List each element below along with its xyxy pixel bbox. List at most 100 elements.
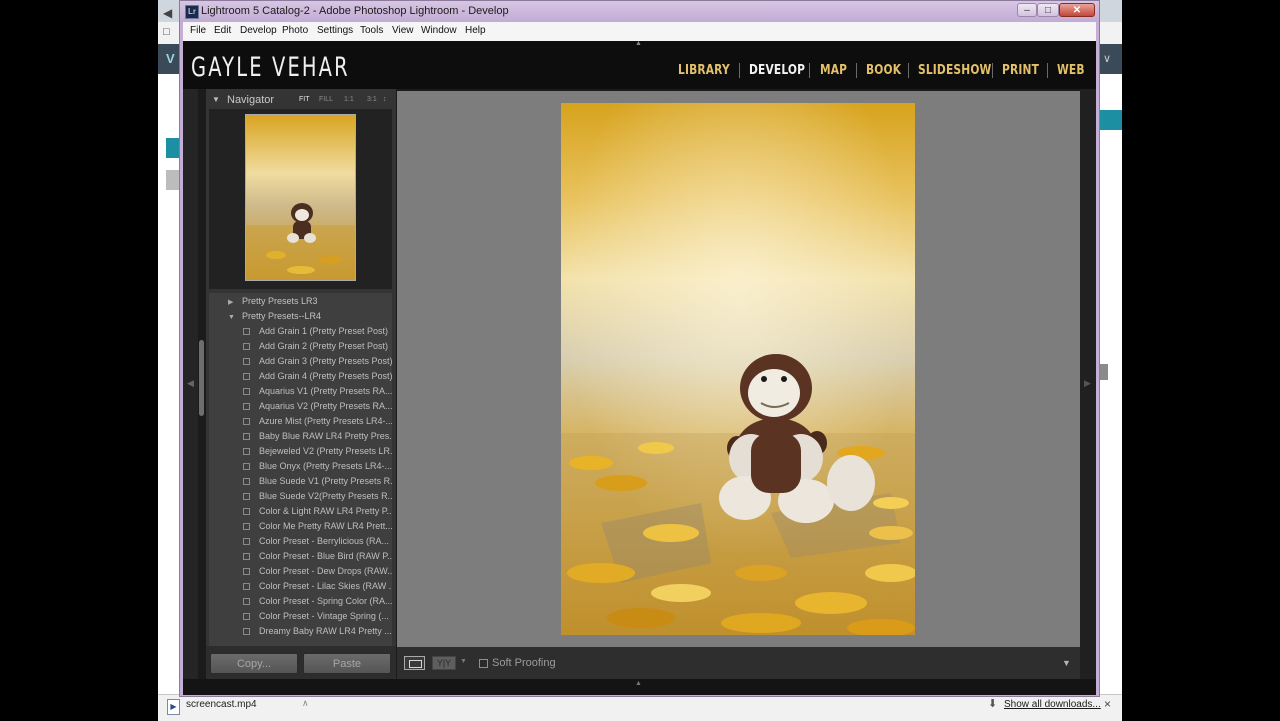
navigator-thumbnail[interactable] <box>245 114 356 281</box>
preset-item[interactable]: Azure Mist (Pretty Presets LR4-... <box>243 416 392 426</box>
preset-item[interactable]: Add Grain 4 (Pretty Presets Post) <box>243 371 392 381</box>
preset-item[interactable]: Bejeweled V2 (Pretty Presets LR... <box>243 446 392 456</box>
module-map[interactable]: MAP <box>820 63 847 78</box>
preset-label: Add Grain 2 (Pretty Preset Post) <box>259 341 389 351</box>
right-panel-edge[interactable] <box>1080 89 1096 695</box>
preset-item[interactable]: Color Preset - Blue Bird (RAW P... <box>243 551 392 561</box>
top-panel-toggle-icon[interactable]: ▲ <box>635 40 642 47</box>
zoom-3-1[interactable]: 3:1 <box>367 96 377 103</box>
background-right-page <box>1100 74 1122 694</box>
module-develop[interactable]: DEVELOP <box>749 63 805 78</box>
loupe-view-icon[interactable] <box>404 656 425 670</box>
preset-item[interactable]: Add Grain 1 (Pretty Preset Post) <box>243 326 392 336</box>
menu-edit[interactable]: Edit <box>214 25 231 36</box>
show-all-downloads-link[interactable]: Show all downloads... <box>1004 699 1101 710</box>
browser-back-icon: ◀ <box>163 6 173 20</box>
identity-plate: GAYLE VEHAR <box>191 52 350 83</box>
preset-item[interactable]: Dreamy Baby RAW LR4 Pretty ... <box>243 626 392 636</box>
module-separator <box>1047 63 1048 78</box>
menu-view[interactable]: View <box>392 25 414 36</box>
close-downloads-bar-button[interactable]: × <box>1104 697 1111 711</box>
collapse-triangle-icon[interactable]: ▼ <box>212 95 220 104</box>
preset-item[interactable]: Color Preset - Vintage Spring (... <box>243 611 392 621</box>
preset-label: Bejeweled V2 (Pretty Presets LR... <box>259 446 392 456</box>
copy-button[interactable]: Copy... <box>210 653 298 674</box>
preset-icon <box>243 343 250 350</box>
preset-item[interactable]: Add Grain 2 (Pretty Preset Post) <box>243 341 392 351</box>
paste-button[interactable]: Paste <box>303 653 391 674</box>
menu-settings[interactable]: Settings <box>317 25 353 36</box>
preset-item[interactable]: Color Me Pretty RAW LR4 Prett... <box>243 521 392 531</box>
preset-label: Color Preset - Dew Drops (RAW... <box>259 566 392 576</box>
module-slideshow[interactable]: SLIDESHOW <box>918 63 991 78</box>
download-item[interactable]: screencast.mp4 <box>186 699 257 710</box>
preset-icon <box>243 598 250 605</box>
before-after-button[interactable]: Y|Y <box>432 656 456 670</box>
preset-label: Add Grain 3 (Pretty Presets Post) <box>259 356 392 366</box>
zoom-fit[interactable]: FIT <box>299 96 310 103</box>
minimize-button[interactable]: – <box>1017 3 1037 17</box>
menu-tools[interactable]: Tools <box>360 25 383 36</box>
module-library[interactable]: LIBRARY <box>678 63 730 78</box>
maximize-button[interactable]: □ <box>1037 3 1059 17</box>
preset-item[interactable]: Color Preset - Spring Color (RA... <box>243 596 392 606</box>
preset-icon <box>243 583 250 590</box>
preset-item[interactable]: Color & Light RAW LR4 Pretty P... <box>243 506 392 516</box>
video-file-icon: ▶ <box>167 699 180 715</box>
close-button[interactable]: ✕ <box>1059 3 1095 17</box>
filmstrip-toggle-icon[interactable]: ▲ <box>635 680 642 687</box>
preset-item[interactable]: Color Preset - Lilac Skies (RAW ... <box>243 581 392 591</box>
expand-triangle-icon[interactable]: ▶ <box>228 298 242 306</box>
soft-proofing-checkbox[interactable] <box>479 659 488 668</box>
module-book[interactable]: BOOK <box>866 63 901 78</box>
main-photo[interactable] <box>561 103 915 635</box>
module-separator <box>739 63 740 78</box>
preset-icon <box>243 568 250 575</box>
preset-folder[interactable]: ▶ Pretty Presets LR3 <box>228 296 318 306</box>
preset-icon <box>243 418 250 425</box>
preset-label: Add Grain 4 (Pretty Presets Post) <box>259 371 392 381</box>
zoom-fill[interactable]: FILL <box>319 96 333 103</box>
left-panel-edge[interactable] <box>183 89 198 695</box>
right-panel-toggle-icon[interactable]: ▶ <box>1084 378 1091 389</box>
preset-item[interactable]: Blue Suede V2(Pretty Presets R... <box>243 491 392 501</box>
preset-item[interactable]: Add Grain 3 (Pretty Presets Post) <box>243 356 392 366</box>
preset-item[interactable]: Aquarius V1 (Pretty Presets RA... <box>243 386 392 396</box>
preset-item[interactable]: Blue Onyx (Pretty Presets LR4-... <box>243 461 392 471</box>
download-menu-icon[interactable]: ∧ <box>302 698 309 709</box>
preset-label: Color Me Pretty RAW LR4 Prett... <box>259 521 392 531</box>
menu-photo[interactable]: Photo <box>282 25 308 36</box>
preset-label: Color Preset - Berrylicious (RA... <box>259 536 390 546</box>
preset-item[interactable]: Aquarius V2 (Pretty Presets RA... <box>243 401 392 411</box>
preset-item[interactable]: Color Preset - Dew Drops (RAW... <box>243 566 392 576</box>
toolbar-options-dropdown-icon[interactable]: ▼ <box>1062 658 1071 668</box>
menu-develop[interactable]: Develop <box>240 25 277 36</box>
menu-window[interactable]: Window <box>421 25 457 36</box>
module-separator <box>856 63 857 78</box>
preset-icon <box>243 613 250 620</box>
download-arrow-icon: ⬇ <box>988 698 998 710</box>
menu-help[interactable]: Help <box>465 25 486 36</box>
preset-folder[interactable]: ▼ Pretty Presets--LR4 <box>228 311 321 321</box>
collapse-triangle-icon[interactable]: ▼ <box>228 314 242 321</box>
zoom-1-1[interactable]: 1:1 <box>344 96 354 103</box>
before-after-dropdown-icon[interactable]: ▼ <box>460 658 467 665</box>
preset-icon <box>243 508 250 515</box>
navigator-title[interactable]: Navigator <box>227 94 274 106</box>
zoom-dropdown-icon[interactable]: ↕ <box>383 96 387 103</box>
module-print[interactable]: PRINT <box>1002 63 1039 78</box>
lightroom-app-icon[interactable]: Lr <box>185 5 199 19</box>
preset-label: Color Preset - Vintage Spring (... <box>259 611 389 621</box>
preset-label: Blue Suede V1 (Pretty Presets R... <box>259 476 392 486</box>
preset-label: Blue Suede V2(Pretty Presets R... <box>259 491 392 501</box>
module-web[interactable]: WEB <box>1057 63 1085 78</box>
menu-file[interactable]: File <box>190 25 206 36</box>
preset-icon <box>243 478 250 485</box>
left-panel-toggle-icon[interactable]: ◀ <box>187 378 194 389</box>
left-panel-scrollbar[interactable] <box>199 340 204 416</box>
preset-item[interactable]: Baby Blue RAW LR4 Pretty Pres... <box>243 431 392 441</box>
preset-item[interactable]: Color Preset - Berrylicious (RA... <box>243 536 392 546</box>
preset-item[interactable]: Blue Suede V1 (Pretty Presets R... <box>243 476 392 486</box>
preset-icon <box>243 358 250 365</box>
preset-icon <box>243 328 250 335</box>
